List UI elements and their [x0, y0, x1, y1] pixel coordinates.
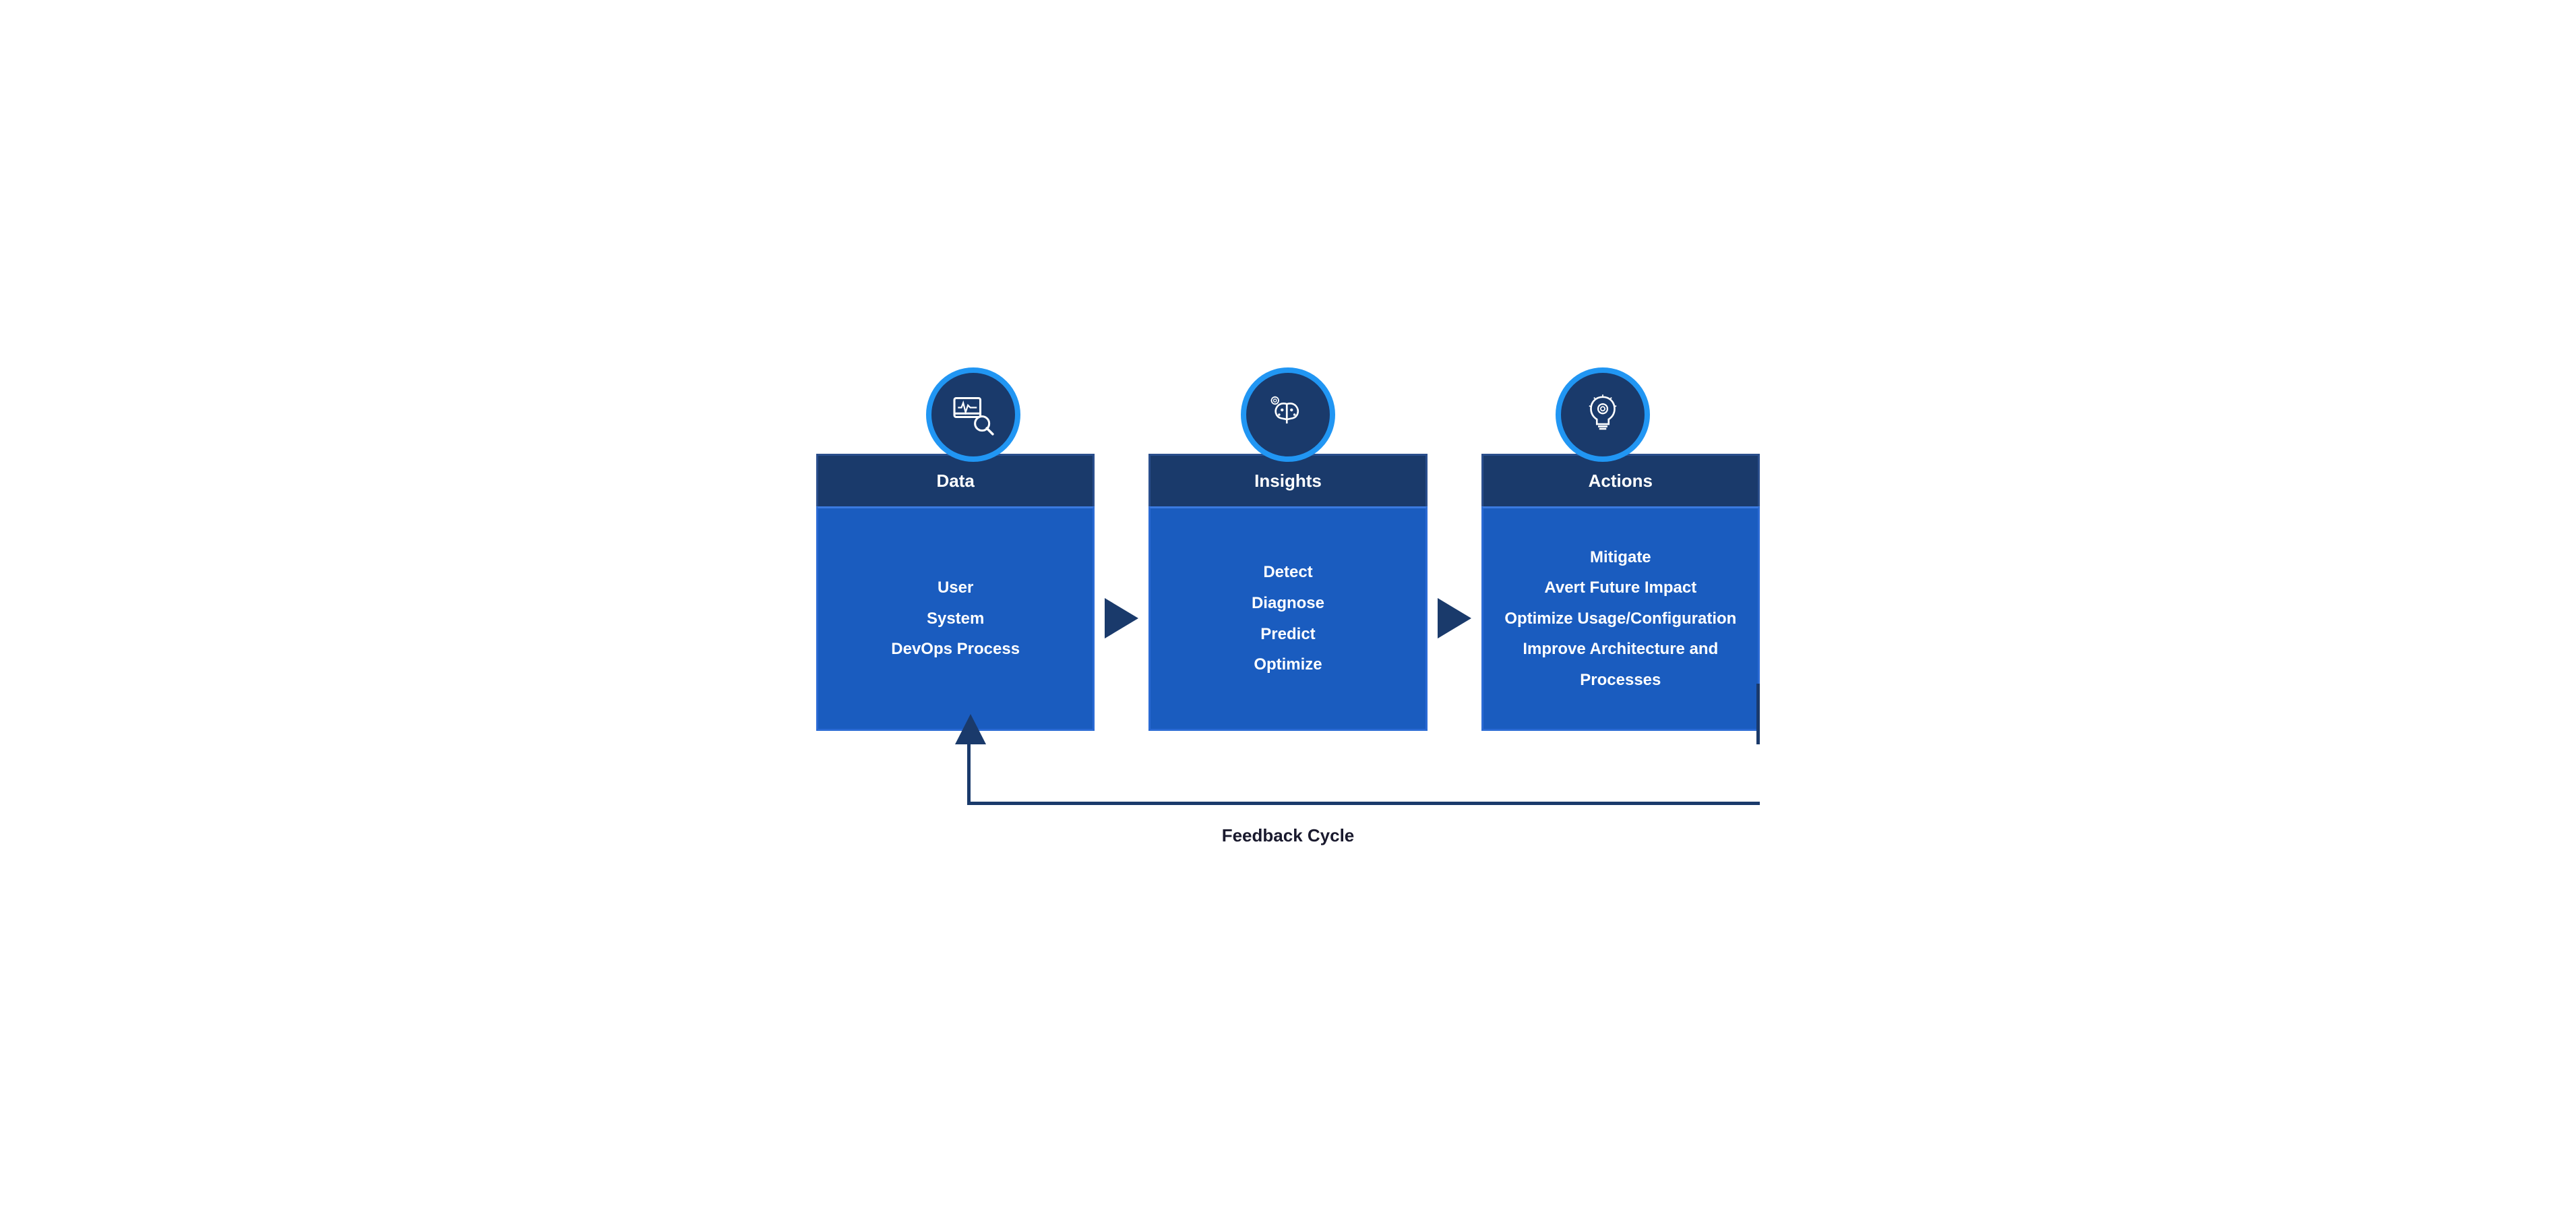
insights-item-diagnose: Diagnose — [1252, 588, 1324, 619]
insights-item-optimize: Optimize — [1254, 649, 1322, 680]
arrow-data-to-insights — [1095, 505, 1148, 732]
actions-box-container: Actions Mitigate Avert Future Impact Opt… — [1481, 454, 1760, 732]
insights-circle-icon — [1241, 367, 1335, 462]
arrow-insights-to-actions — [1428, 505, 1481, 732]
actions-item-optimize: Optimize Usage/Configuration — [1504, 603, 1736, 634]
data-box-container: Data User System DevOps Process — [816, 454, 1095, 732]
insights-header-label: Insights — [1254, 471, 1322, 491]
data-circle-icon — [926, 367, 1020, 462]
insights-item-predict: Predict — [1260, 619, 1315, 650]
actions-header-label: Actions — [1589, 471, 1653, 491]
data-body: User System DevOps Process — [816, 506, 1095, 732]
feedback-row: Feedback Cycle — [816, 738, 1760, 860]
boxes-row: Data User System DevOps Process Insights… — [816, 454, 1760, 732]
feedback-up-arrow-icon — [955, 714, 986, 744]
data-item-user: User — [938, 572, 973, 603]
right-arrow-icon-1 — [1105, 598, 1138, 638]
data-header: Data — [816, 454, 1095, 506]
feedback-horizontal-line — [967, 802, 1760, 805]
actions-icon-wrapper — [1445, 359, 1760, 454]
data-item-devops: DevOps Process — [891, 634, 1020, 665]
feedback-vertical-right — [1756, 684, 1760, 744]
data-header-label: Data — [936, 471, 974, 491]
insights-icon-wrapper — [1131, 359, 1446, 454]
insights-body: Detect Diagnose Predict Optimize — [1148, 506, 1427, 732]
actions-item-mitigate: Mitigate — [1590, 542, 1651, 573]
icons-row — [816, 359, 1760, 454]
data-item-system: System — [927, 603, 984, 634]
feedback-label: Feedback Cycle — [816, 825, 1760, 846]
lightbulb-gear-icon — [1579, 391, 1626, 438]
insights-item-detect: Detect — [1263, 557, 1312, 588]
actions-circle-icon — [1556, 367, 1650, 462]
actions-header: Actions — [1481, 454, 1760, 506]
feedback-vertical-left — [967, 744, 971, 805]
insights-box-container: Insights Detect Diagnose Predict Optimiz… — [1148, 454, 1427, 732]
data-icon-wrapper — [816, 359, 1131, 454]
actions-item-avert: Avert Future Impact — [1544, 572, 1696, 603]
monitor-search-icon — [950, 391, 997, 438]
feedback-arrow-container — [816, 738, 1760, 819]
actions-item-improve: Improve Architecture and Processes — [1497, 634, 1744, 695]
actions-body: Mitigate Avert Future Impact Optimize Us… — [1481, 506, 1760, 732]
diagram-wrapper: Data User System DevOps Process Insights… — [816, 359, 1760, 860]
brain-gear-icon — [1264, 391, 1312, 438]
right-arrow-icon-2 — [1438, 598, 1471, 638]
